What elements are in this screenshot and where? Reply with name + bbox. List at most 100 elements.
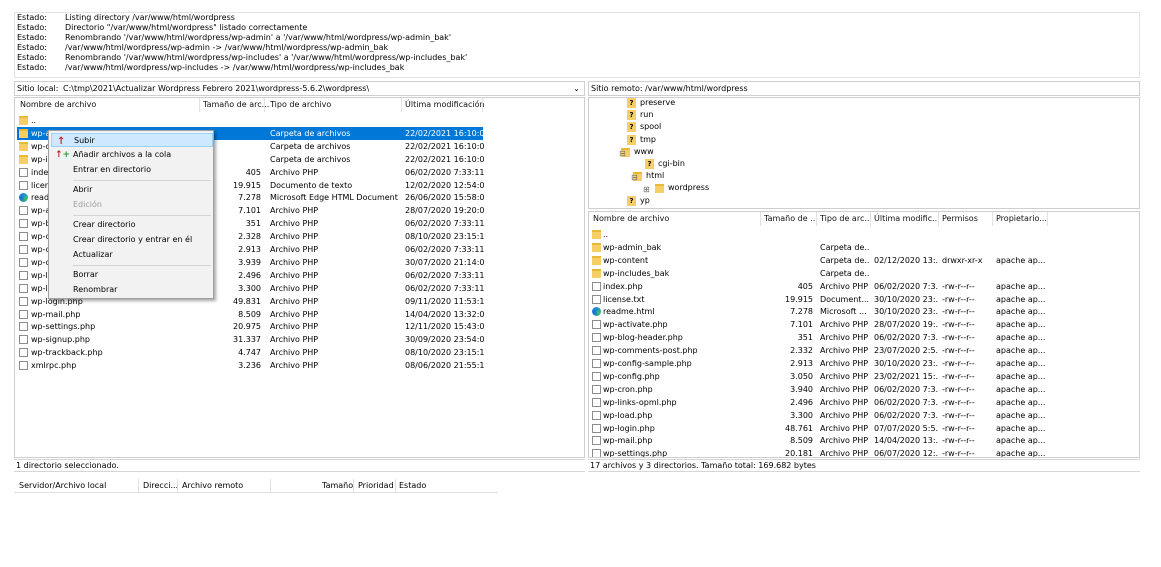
- remote-file-name: wp-load.php: [603, 410, 653, 420]
- remote-file-name: wp-admin_bak: [603, 242, 662, 252]
- file-name: ..: [31, 116, 37, 125]
- menu-item-upload[interactable]: ↑ Subir: [51, 133, 213, 147]
- remote-file-owner: apache ap...: [996, 371, 1046, 381]
- remote-col-header-owner[interactable]: Propietario...: [996, 212, 1047, 226]
- table-row[interactable]: wp-includes_bak Carpeta de...: [589, 267, 1139, 280]
- table-row[interactable]: wp-comments-post.php 2.332 Archivo PHP 23/0…: [589, 344, 1139, 357]
- table-row[interactable]: wp-load.php 3.300 Archivo PHP 06/02/2020 7:…: [589, 409, 1139, 422]
- queue-col-status[interactable]: Estado: [399, 479, 426, 493]
- file-size: 3.236: [238, 361, 261, 371]
- table-row[interactable]: wp-trackback.php 4.747 Archivo PHP 08/10/20…: [15, 346, 584, 359]
- queue-col-direction[interactable]: Direcci...: [143, 479, 178, 493]
- queue-col-remote[interactable]: Archivo remoto: [182, 479, 243, 493]
- log-label: Estado:: [17, 53, 47, 62]
- table-row[interactable]: ..: [15, 114, 584, 127]
- message-log[interactable]: Estado: Listing directory /var/www/html/w…: [14, 12, 1140, 78]
- menu-item-delete[interactable]: Borrar: [51, 268, 213, 282]
- remote-file-size: 19.915: [785, 294, 813, 304]
- menu-item-add-to-queue[interactable]: ↑+ Añadir archivos a la cola: [51, 148, 213, 162]
- log-message: /var/www/html/wordpress/wp-admin -> /var…: [65, 43, 389, 52]
- file-icon: [19, 296, 28, 306]
- remote-file-type: Archivo PHP: [820, 436, 869, 446]
- log-message: Directorio "/var/www/html/wordpress" lis…: [65, 23, 308, 32]
- queue-col-size[interactable]: Tamaño: [322, 479, 353, 493]
- file-modified: 09/11/2020 11:53:10: [405, 296, 485, 306]
- menu-item-refresh[interactable]: Actualizar: [51, 248, 213, 262]
- menu-item-open[interactable]: Abrir: [51, 183, 213, 197]
- file-icon: [19, 232, 28, 242]
- file-modified: 30/09/2020 23:54:07: [405, 335, 485, 345]
- table-row[interactable]: wp-config.php 3.050 Archivo PHP 23/02/2021 …: [589, 370, 1139, 383]
- tree-node-label: preserve: [640, 98, 676, 107]
- col-header-type[interactable]: Tipo de archivo: [270, 98, 331, 112]
- table-row[interactable]: license.txt 19.915 Document... 30/10/2020 2…: [589, 293, 1139, 306]
- table-row[interactable]: wp-settings.php 20.975 Archivo PHP 12/11/20…: [15, 320, 584, 333]
- file-icon: [19, 206, 28, 216]
- chevron-down-icon[interactable]: ⌄: [573, 82, 580, 95]
- table-row[interactable]: wp-blog-header.php 351 Archivo PHP 06/02/20…: [589, 331, 1139, 344]
- queue-col-priority[interactable]: Prioridad: [358, 479, 394, 493]
- queue-col-local[interactable]: Servidor/Archivo local: [19, 479, 106, 493]
- menu-item-rename[interactable]: Renombrar: [51, 283, 213, 297]
- table-row[interactable]: wp-admin_bak Carpeta de...: [589, 241, 1139, 254]
- table-row[interactable]: wp-mail.php 8.509 Archivo PHP 14/04/2020 13…: [589, 434, 1139, 447]
- remote-col-header-name[interactable]: Nombre de archivo: [593, 212, 669, 226]
- file-icon: [592, 397, 601, 407]
- table-row[interactable]: wp-config-sample.php 2.913 Archivo PHP 30/1…: [589, 357, 1139, 370]
- log-message: Renombrando '/var/www/html/wordpress/wp-…: [65, 53, 468, 62]
- remote-file-perms: -rw-r--r--: [942, 449, 975, 458]
- remote-file-list[interactable]: Nombre de archivo Tamaño de ... Tipo de …: [588, 211, 1140, 458]
- file-type: Archivo PHP: [270, 335, 319, 345]
- file-modified: 30/07/2020 21:14:03: [405, 257, 485, 267]
- tree-node-label: wordpress: [668, 183, 710, 193]
- remote-directory-tree[interactable]: ? preserve? run? spool? tmp www? cgi-bin html wo…: [588, 97, 1140, 209]
- col-header-modified[interactable]: Última modificación: [405, 98, 485, 112]
- col-header-name[interactable]: Nombre de archivo: [20, 98, 96, 112]
- context-menu: ↑ Subir ↑+ Añadir archivos a la cola Ent…: [48, 130, 214, 299]
- remote-file-type: Archivo PHP: [820, 346, 869, 356]
- file-type: Archivo PHP: [270, 232, 319, 242]
- tree-node-label: tmp: [640, 134, 657, 144]
- col-header-size[interactable]: Tamaño de arc...: [203, 98, 269, 112]
- remote-col-header-perms[interactable]: Permisos: [942, 212, 978, 226]
- tree-node-label: run: [640, 110, 654, 120]
- table-row[interactable]: ..: [589, 228, 1139, 241]
- table-row[interactable]: wp-activate.php 7.101 Archivo PHP 28/07/202…: [589, 318, 1139, 331]
- table-row[interactable]: readme.html 7.278 Microsoft ... 30/10/2020 …: [589, 305, 1139, 318]
- file-modified: 06/02/2020 7:33:11: [405, 219, 485, 229]
- unknown-folder-icon: ?: [627, 195, 636, 206]
- remote-col-header-modified[interactable]: Última modific...: [874, 212, 940, 226]
- menu-item-create-and-enter[interactable]: Crear directorio y entrar en él: [51, 233, 213, 247]
- table-row[interactable]: wp-content Carpeta de... 02/12/2020 13:...…: [589, 254, 1139, 267]
- file-type: Archivo PHP: [270, 206, 319, 216]
- file-type: Carpeta de archivos: [270, 128, 351, 138]
- tree-expander-icon[interactable]: ⊞: [643, 185, 650, 194]
- remote-col-header-size[interactable]: Tamaño de ...: [764, 212, 818, 226]
- tree-expander-icon[interactable]: ⊟: [631, 173, 638, 182]
- menu-item-enter-directory[interactable]: Entrar en directorio: [51, 163, 213, 177]
- table-row[interactable]: wp-links-opml.php 2.496 Archivo PHP 06/02/2…: [589, 396, 1139, 409]
- local-path-input[interactable]: C:\tmp\2021\Actualizar Wordpress Febrero…: [63, 82, 369, 95]
- table-row[interactable]: wp-cron.php 3.940 Archivo PHP 06/02/2020 7:…: [589, 383, 1139, 396]
- tree-expander-icon[interactable]: ⊟: [619, 149, 626, 158]
- table-row[interactable]: wp-signup.php 31.337 Archivo PHP 30/09/2020…: [15, 333, 584, 346]
- remote-file-modified: 06/07/2020 12:...: [874, 449, 938, 458]
- table-row[interactable]: index.php 405 Archivo PHP 06/02/2020 7:3...…: [589, 280, 1139, 293]
- remote-file-modified: 06/02/2020 7:3...: [874, 333, 938, 343]
- remote-file-perms: -rw-r--r--: [942, 294, 975, 304]
- table-row[interactable]: wp-settings.php 20.181 Archivo PHP 06/07/20…: [589, 447, 1139, 458]
- remote-col-header-type[interactable]: Tipo de arc...: [820, 212, 872, 226]
- log-message: Listing directory /var/www/html/wordpres…: [65, 13, 235, 22]
- menu-item-create-directory[interactable]: Crear directorio: [51, 218, 213, 232]
- file-icon: [592, 384, 601, 394]
- remote-file-name: wp-content: [603, 255, 649, 265]
- file-type: Archivo PHP: [270, 257, 319, 267]
- file-name: wp-settings.php: [31, 322, 96, 332]
- table-row[interactable]: wp-login.php 48.761 Archivo PHP 07/07/2020 …: [589, 422, 1139, 435]
- remote-file-type: Document...: [820, 294, 870, 304]
- remote-path-input[interactable]: /var/www/html/wordpress: [645, 82, 748, 95]
- remote-file-owner: apache ap...: [996, 333, 1046, 343]
- table-row[interactable]: wp-mail.php 8.509 Archivo PHP 14/04/2020 13…: [15, 308, 584, 321]
- remote-file-perms: -rw-r--r--: [942, 423, 975, 433]
- table-row[interactable]: xmlrpc.php 3.236 Archivo PHP 08/06/2020 21:…: [15, 359, 584, 372]
